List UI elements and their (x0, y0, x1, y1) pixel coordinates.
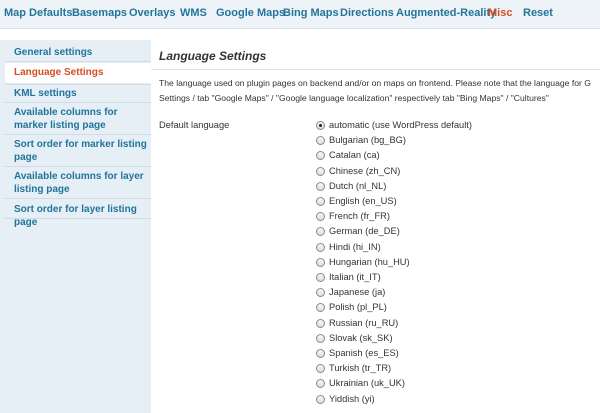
radio-label: Turkish (tr_TR) (329, 363, 392, 374)
section-heading: Language Settings (159, 49, 267, 63)
radio-label: German (de_DE) (329, 226, 400, 237)
radio-button[interactable] (316, 288, 325, 298)
radio-label: Hindi (hi_IN) (329, 241, 381, 252)
tab-wms[interactable]: WMS (180, 0, 207, 28)
tab-directions[interactable]: Directions (340, 0, 394, 28)
radio-button[interactable] (316, 181, 325, 191)
description-line-1: The language used on plugin pages on bac… (159, 78, 591, 88)
radio-option-hindi[interactable]: Hindi (hi_IN) (316, 241, 516, 255)
sidebar-divider (5, 198, 151, 199)
sidebar-divider (5, 218, 151, 219)
radio-option-english[interactable]: English (en_US) (316, 195, 516, 209)
radio-label: French (fr_FR) (329, 211, 390, 222)
radio-button[interactable] (316, 227, 325, 237)
radio-option-french[interactable]: French (fr_FR) (316, 210, 516, 224)
radio-option-slovak[interactable]: Slovak (sk_SK) (316, 332, 516, 346)
radio-button[interactable] (316, 333, 325, 343)
radio-label: Spanish (es_ES) (329, 348, 399, 358)
radio-option-catalan[interactable]: Catalan (ca) (316, 149, 516, 163)
sidebar-item-layer-columns[interactable]: Available columns for layer listing page (5, 170, 151, 196)
language-settings-panel: Language Settings The language used on p… (151, 40, 600, 413)
tab-map-defaults[interactable]: Map Defaults (4, 0, 72, 28)
radio-label: Italian (it_IT) (329, 272, 381, 282)
sidebar-item-language-settings[interactable]: Language Settings (5, 63, 151, 83)
radio-label: Slovak (sk_SK) (329, 332, 393, 343)
sidebar-divider (5, 134, 151, 135)
radio-label: Catalan (ca) (329, 150, 380, 161)
sidebar-item-layer-sort-order[interactable]: Sort order for layer listing page (5, 203, 151, 229)
radio-button[interactable] (316, 318, 325, 328)
radio-label: Bulgarian (bg_BG) (329, 135, 406, 146)
radio-button[interactable] (316, 136, 325, 146)
sidebar-divider (5, 84, 151, 85)
radio-option-dutch[interactable]: Dutch (nl_NL) (316, 180, 516, 194)
sidebar-item-marker-sort-order[interactable]: Sort order for marker listing page (5, 138, 151, 164)
tab-google-maps[interactable]: Google Maps (216, 0, 285, 28)
radio-option-russian[interactable]: Russian (ru_RU) (316, 317, 516, 331)
radio-option-automatic[interactable]: automatic (use WordPress default) (316, 119, 516, 133)
radio-button[interactable] (316, 364, 325, 374)
radio-button[interactable] (316, 212, 325, 222)
sidebar-divider (5, 166, 151, 167)
tab-basemaps[interactable]: Basemaps (72, 0, 127, 28)
radio-label: Ukrainian (uk_UK) (329, 378, 405, 389)
radio-label: Chinese (zh_CN) (329, 165, 401, 176)
radio-label: Polish (pl_PL) (329, 302, 387, 313)
radio-option-bulgarian[interactable]: Bulgarian (bg_BG) (316, 134, 516, 148)
radio-option-german[interactable]: German (de_DE) (316, 225, 516, 239)
radio-button[interactable] (316, 349, 325, 358)
radio-button[interactable] (316, 273, 325, 282)
tab-augmented-reality[interactable]: Augmented-Reality (396, 0, 496, 28)
radio-option-chinese[interactable]: Chinese (zh_CN) (316, 165, 516, 179)
description-line-2: Settings / tab "Google Maps" / "Google l… (159, 93, 549, 103)
radio-button[interactable] (316, 166, 325, 176)
radio-label: Japanese (ja) (329, 287, 386, 298)
radio-button[interactable] (316, 303, 325, 313)
radio-option-polish[interactable]: Polish (pl_PL) (316, 301, 516, 315)
radio-label: Hungarian (hu_HU) (329, 256, 410, 267)
sidebar-item-kml-settings[interactable]: KML settings (5, 87, 151, 100)
sidebar-item-marker-columns[interactable]: Available columns for marker listing pag… (5, 106, 151, 132)
radio-option-hungarian[interactable]: Hungarian (hu_HU) (316, 256, 516, 270)
tab-bing-maps[interactable]: Bing Maps (283, 0, 339, 28)
radio-button-checked[interactable] (316, 121, 325, 130)
radio-button[interactable] (316, 151, 325, 161)
radio-option-japanese[interactable]: Japanese (ja) (316, 286, 516, 300)
radio-label: Dutch (nl_NL) (329, 180, 387, 191)
radio-label: automatic (use WordPress default) (329, 120, 472, 130)
heading-divider (151, 69, 600, 70)
tab-overlays[interactable]: Overlays (129, 0, 175, 28)
radio-button[interactable] (316, 394, 325, 404)
radio-option-yiddish[interactable]: Yiddish (yi) (316, 393, 516, 407)
sidebar-divider (5, 61, 151, 62)
radio-option-spanish[interactable]: Spanish (es_ES) (316, 347, 516, 361)
radio-option-turkish[interactable]: Turkish (tr_TR) (316, 362, 516, 376)
top-tab-bar: Map Defaults Basemaps Overlays WMS Googl… (0, 0, 600, 29)
radio-button[interactable] (316, 242, 325, 252)
radio-option-ukrainian[interactable]: Ukrainian (uk_UK) (316, 377, 516, 391)
settings-sidebar: General settings Language Settings KML s… (0, 40, 151, 413)
sidebar-item-general-settings[interactable]: General settings (5, 46, 151, 59)
radio-label: Russian (ru_RU) (329, 317, 399, 328)
radio-label: Yiddish (yi) (329, 393, 375, 404)
section-description: The language used on plugin pages on bac… (159, 76, 600, 106)
radio-option-italian[interactable]: Italian (it_IT) (316, 271, 516, 285)
tab-misc[interactable]: Misc (488, 0, 512, 28)
radio-button[interactable] (316, 197, 325, 206)
radio-button[interactable] (316, 379, 325, 389)
sidebar-divider (5, 102, 151, 103)
default-language-label: Default language (159, 120, 230, 130)
tab-reset[interactable]: Reset (523, 0, 553, 28)
radio-button[interactable] (316, 257, 325, 267)
radio-label: English (en_US) (329, 196, 397, 206)
